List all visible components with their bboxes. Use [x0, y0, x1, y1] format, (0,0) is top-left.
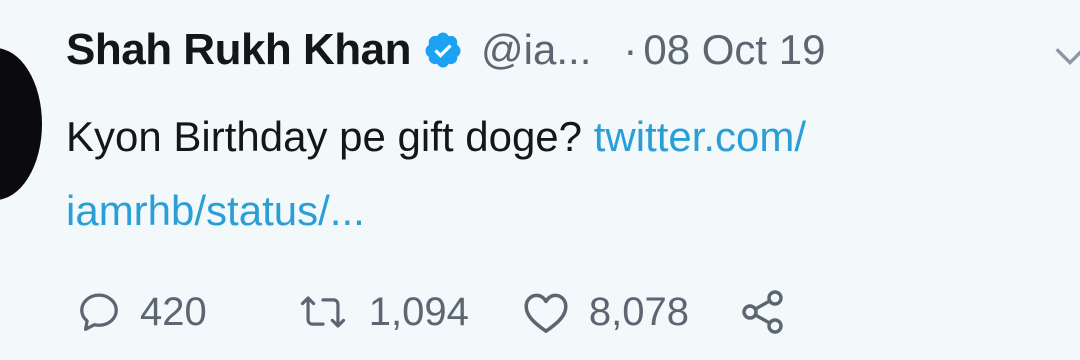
- reply-button[interactable]: 420: [76, 289, 207, 335]
- tweet-text: Kyon Birthday pe gift doge? twitter.com/…: [66, 100, 1080, 248]
- verified-badge-icon: [423, 30, 463, 70]
- tweet-link-part-2[interactable]: iamrhb/status/...: [66, 187, 365, 234]
- avatar[interactable]: [0, 48, 42, 200]
- retweet-icon: [295, 289, 351, 335]
- tweet-date[interactable]: 08 Oct 19: [643, 26, 825, 74]
- tweet-card[interactable]: Shah Rukh Khan @ia... · 08 Oct 19 Kyon B…: [0, 0, 1080, 360]
- author-handle[interactable]: @ia...: [481, 26, 591, 74]
- author-name[interactable]: Shah Rukh Khan: [66, 25, 412, 75]
- retweet-button[interactable]: 1,094: [295, 289, 469, 335]
- share-icon: [739, 288, 787, 336]
- tweet-text-content: Kyon Birthday pe gift doge?: [66, 113, 594, 160]
- share-button[interactable]: [739, 288, 787, 336]
- tweet-header: Shah Rukh Khan @ia... · 08 Oct 19: [66, 22, 825, 78]
- like-count: 8,078: [588, 289, 689, 334]
- reply-icon: [76, 289, 122, 335]
- reply-count: 420: [140, 289, 207, 334]
- heart-icon: [521, 289, 571, 335]
- tweet-link-part-1[interactable]: twitter.com/: [594, 113, 806, 160]
- tweet-actions: 420 1,094 8,078: [76, 284, 787, 340]
- chevron-down-icon[interactable]: [1050, 36, 1080, 76]
- retweet-count: 1,094: [368, 289, 469, 334]
- separator-dot: ·: [623, 26, 638, 73]
- like-button[interactable]: 8,078: [521, 289, 689, 335]
- tweet-text-line-1: Kyon Birthday pe gift doge? twitter.com/: [66, 100, 1080, 174]
- tweet-text-line-2: iamrhb/status/...: [66, 174, 1080, 248]
